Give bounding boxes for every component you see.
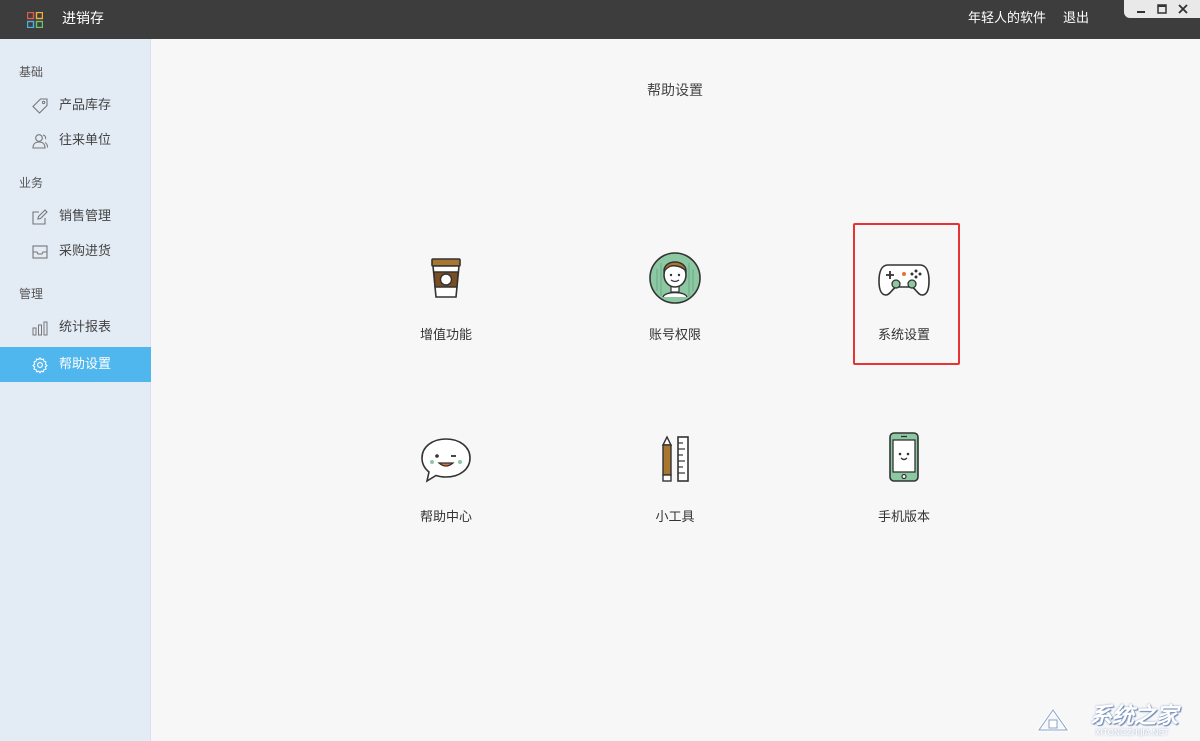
maximize-button[interactable] — [1154, 3, 1170, 15]
tile-label: 小工具 — [655, 510, 695, 525]
sidebar-item-label: 帮助设置 — [59, 357, 112, 372]
sidebar-item-product-inventory[interactable]: 产品库存 — [0, 88, 151, 123]
tile-label: 帮助中心 — [419, 510, 472, 525]
tile-label: 手机版本 — [877, 510, 930, 525]
tile-help-center[interactable]: 帮助中心 — [366, 413, 526, 533]
sidebar-item-purchase[interactable]: 采购进货 — [0, 234, 151, 269]
sidebar-item-help-settings[interactable]: 帮助设置 — [0, 347, 151, 382]
page-title: 帮助设置 — [647, 83, 703, 99]
tag-icon — [32, 98, 48, 114]
minimize-icon — [1136, 11, 1145, 13]
title-bar: 进销存 年轻人的软件 退出 — [0, 0, 1200, 39]
tile-mobile-version[interactable]: 手机版本 — [824, 413, 984, 533]
app-logo-icon — [27, 12, 43, 28]
tile-value-added[interactable]: 增值功能 — [366, 231, 526, 351]
section-heading-management: 管理 — [19, 287, 44, 301]
user-name-link[interactable]: 年轻人的软件 — [968, 11, 1046, 27]
edit-icon — [32, 209, 48, 225]
chat-bubble-icon — [421, 438, 471, 483]
bar-chart-icon — [32, 321, 48, 336]
sidebar-item-label: 统计报表 — [59, 320, 112, 335]
sidebar-item-label: 产品库存 — [59, 98, 112, 113]
minimize-button[interactable] — [1133, 3, 1149, 15]
close-icon — [1178, 4, 1188, 14]
mobile-phone-icon — [889, 432, 919, 482]
sidebar-item-reports[interactable]: 统计报表 — [0, 310, 151, 345]
section-heading-basic: 基础 — [19, 65, 44, 79]
tile-tools[interactable]: 小工具 — [595, 413, 755, 533]
section-heading-business: 业务 — [19, 176, 44, 190]
watermark-text: 系统之家 — [1090, 704, 1179, 729]
sidebar-item-label: 采购进货 — [59, 244, 112, 259]
logout-button[interactable]: 退出 — [1063, 11, 1089, 27]
tile-account-permissions[interactable]: 账号权限 — [595, 231, 755, 351]
contacts-icon — [32, 134, 48, 149]
maximize-icon — [1157, 4, 1167, 14]
close-button[interactable] — [1175, 3, 1191, 15]
tile-label: 账号权限 — [648, 328, 701, 343]
gear-icon — [32, 357, 48, 374]
sidebar-item-label: 销售管理 — [59, 209, 112, 224]
tile-label: 增值功能 — [419, 328, 472, 343]
sidebar: 基础 产品库存 往来单位 业务 销售管理 采购进货 管理 统计报表 帮助设置 — [0, 39, 151, 741]
inbox-icon — [32, 245, 48, 259]
sidebar-item-sales[interactable]: 销售管理 — [0, 199, 151, 234]
highlight-box — [853, 223, 960, 365]
pencil-ruler-icon — [661, 435, 689, 482]
sidebar-item-partners[interactable]: 往来单位 — [0, 123, 151, 158]
window-controls — [1124, 0, 1200, 18]
user-avatar-icon — [649, 252, 701, 304]
sidebar-item-label: 往来单位 — [59, 133, 112, 148]
app-title: 进销存 — [62, 11, 104, 27]
coffee-cup-icon — [431, 258, 461, 298]
watermark-url: XITONGZHIJIA.NET — [1095, 728, 1169, 737]
